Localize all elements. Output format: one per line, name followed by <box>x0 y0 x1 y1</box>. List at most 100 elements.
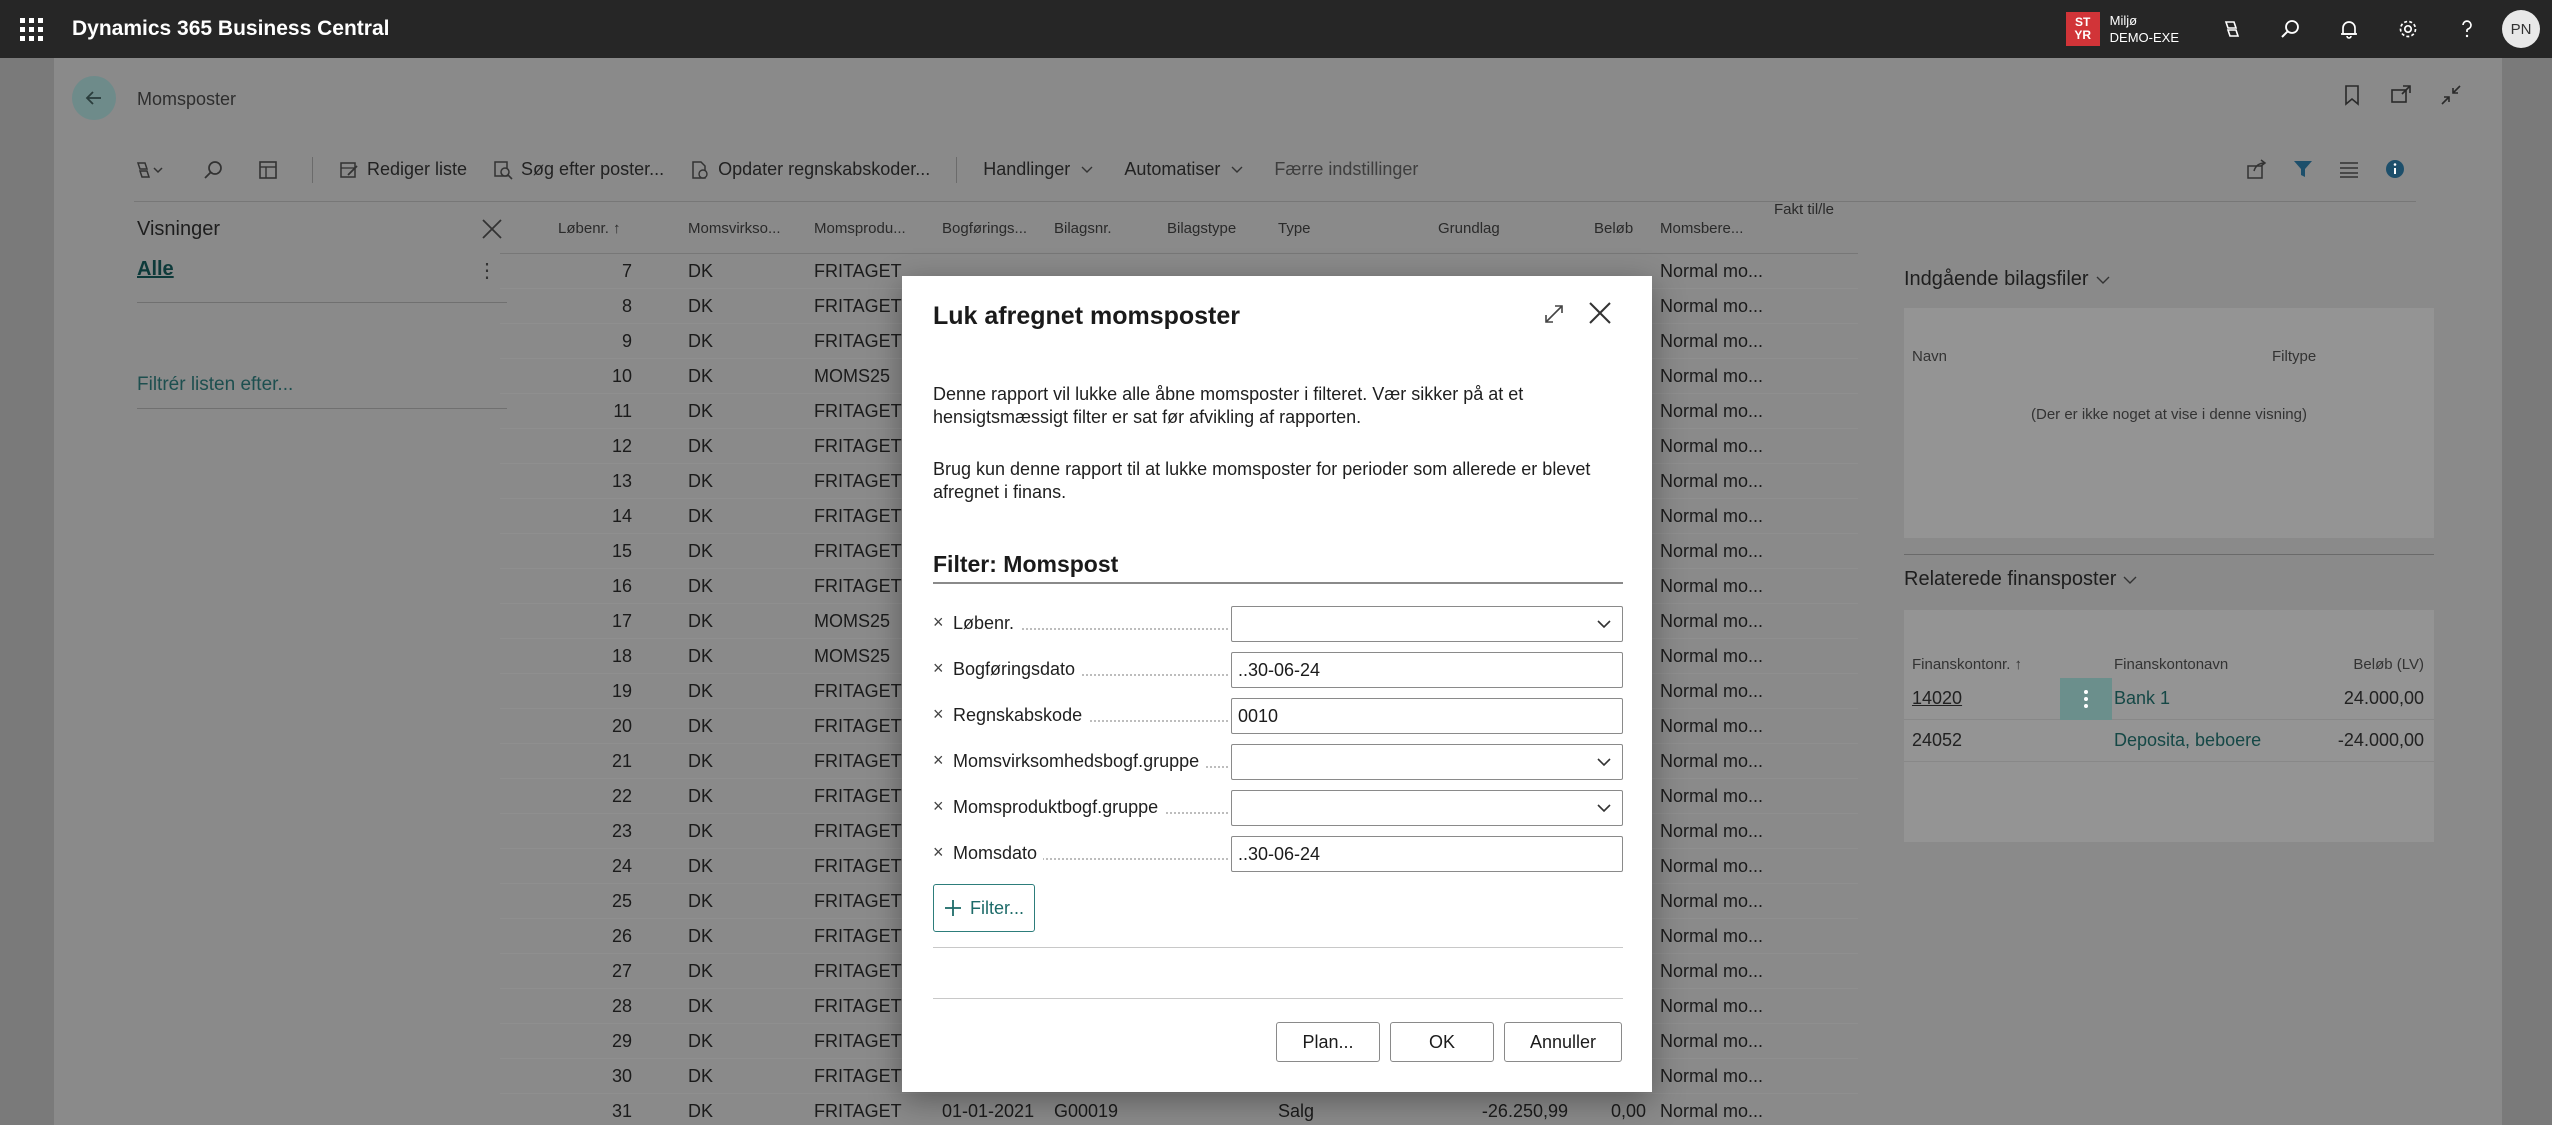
environment-info[interactable]: Miljø DEMO-EXE <box>2110 12 2179 46</box>
row-menu-icon[interactable] <box>2060 678 2112 720</box>
posting-date-input[interactable]: ..30-06-24 <box>1231 652 1623 688</box>
column-header[interactable]: Momsbere... <box>1660 220 1743 237</box>
more-options-icon[interactable]: ⋮ <box>477 258 497 283</box>
column-header[interactable]: Løbenr. ↑ <box>558 220 621 237</box>
close-vat-entries-dialog: Luk afregnet momsposter Denne rapport vi… <box>902 276 1652 1092</box>
base-cell: -26.250,99 <box>1481 1101 1568 1121</box>
column-header[interactable]: Grundlag <box>1438 220 1500 237</box>
column-header[interactable]: Momsprodu... <box>814 220 906 237</box>
vat-prod-group-cell: MOMS25 <box>814 646 891 666</box>
vat-prod-group-cell: FRITAGET <box>814 996 902 1016</box>
column-header[interactable]: Beløb <box>1594 220 1633 237</box>
view-all-link[interactable]: Alle <box>137 258 174 281</box>
vat-calc-method-cell: Normal mo... <box>1660 401 1764 421</box>
vat-prod-group-cell: FRITAGET <box>814 331 902 351</box>
related-entries-title[interactable]: Relaterede finansposter <box>1904 568 2138 591</box>
add-filter-button[interactable]: Filter... <box>933 884 1035 932</box>
list-item[interactable]: 24052 Deposita, beboere -24.000,00 <box>1904 720 2434 762</box>
vat-prod-group-dropdown[interactable] <box>1231 790 1623 826</box>
entry-no-dropdown[interactable] <box>1231 606 1623 642</box>
table-row[interactable]: 31 DK FRITAGET 01-01-2021 G00019 Salg -26.250,… <box>500 1094 1858 1125</box>
entry-no-cell: 26 <box>611 926 632 946</box>
search-icon[interactable] <box>2260 0 2319 58</box>
cancel-button[interactable]: Annuller <box>1504 1022 1622 1062</box>
account-no[interactable]: 24052 <box>1912 730 1962 751</box>
automate-menu[interactable]: Automatiser <box>1124 159 1248 180</box>
expand-icon[interactable] <box>1542 302 1566 326</box>
back-arrow-icon[interactable] <box>72 76 116 120</box>
entry-no-cell: 25 <box>611 891 632 911</box>
remove-filter-icon[interactable]: × <box>933 658 944 679</box>
vat-bus-group-dropdown[interactable] <box>1231 744 1623 780</box>
collapse-icon[interactable] <box>2440 84 2462 106</box>
search-button[interactable] <box>202 159 232 181</box>
accounting-code-input[interactable]: 0010 <box>1231 698 1623 734</box>
column-header[interactable]: Momsvirkso... <box>688 220 781 237</box>
vat-bus-group-cell: DK <box>688 576 714 596</box>
column-header[interactable]: Type <box>1278 220 1311 237</box>
chevron-down-icon <box>2123 576 2137 584</box>
account-name[interactable]: Deposita, beboere <box>2114 730 2261 751</box>
column-header[interactable]: Bilagsnr. <box>1054 220 1112 237</box>
remove-filter-icon[interactable]: × <box>933 842 944 863</box>
share-icon[interactable] <box>2246 158 2268 180</box>
column-header[interactable]: Bogførings... <box>942 220 1027 237</box>
column-header[interactable]: Beløb (LV) <box>2353 656 2424 673</box>
vat-bus-group-cell: DK <box>688 681 714 701</box>
bell-icon[interactable] <box>2319 0 2378 58</box>
fewer-options-button[interactable]: Færre indstillinger <box>1274 159 1418 180</box>
vat-prod-group-cell: FRITAGET <box>814 821 902 841</box>
remove-filter-icon[interactable]: × <box>933 612 944 633</box>
copilot-menu-button[interactable] <box>134 160 176 180</box>
gear-icon[interactable] <box>2378 0 2437 58</box>
update-codes-button[interactable]: Opdater regnskabskoder... <box>690 159 930 180</box>
waffle-icon[interactable] <box>0 0 62 58</box>
filter-icon[interactable] <box>2292 158 2314 180</box>
copilot-icon[interactable] <box>2201 0 2260 58</box>
open-new-window-icon[interactable] <box>2390 84 2412 106</box>
vat-calc-method-cell: Normal mo... <box>1660 716 1764 736</box>
filter-list-link[interactable]: Filtrér listen efter... <box>137 374 293 396</box>
actions-menu[interactable]: Handlinger <box>983 159 1098 180</box>
column-header[interactable]: Finanskontonavn <box>2114 656 2228 673</box>
column-header[interactable]: Fakt til/le <box>1774 200 1834 219</box>
search-icon <box>204 160 222 179</box>
account-no[interactable]: 14020 <box>1912 688 1962 709</box>
account-name[interactable]: Bank 1 <box>2114 688 2170 709</box>
info-icon[interactable] <box>2384 158 2406 180</box>
chevron-down-icon <box>1597 620 1611 629</box>
incoming-docs-title[interactable]: Indgående bilagsfiler <box>1904 268 2434 291</box>
remove-filter-icon[interactable]: × <box>933 750 944 771</box>
vat-bus-group-cell: DK <box>688 646 714 666</box>
list-view-icon[interactable] <box>2338 158 2360 180</box>
column-header[interactable]: Finanskontonr. ↑ <box>1912 656 2022 673</box>
amount-cell: 0,00 <box>1610 1101 1646 1121</box>
list-item[interactable]: 14020 Bank 1 24.000,00 <box>1904 678 2434 720</box>
remove-filter-icon[interactable]: × <box>933 796 944 817</box>
remove-filter-icon[interactable]: × <box>933 704 944 725</box>
vat-date-input[interactable]: ..30-06-24 <box>1231 836 1623 872</box>
close-icon[interactable] <box>1587 300 1613 326</box>
column-header[interactable]: Bilagstype <box>1167 220 1236 237</box>
vat-prod-group-cell: FRITAGET <box>814 1101 902 1121</box>
entry-no-cell: 11 <box>613 401 632 421</box>
action-bar: Rediger liste Søg efter poster... Opdate… <box>134 138 2416 202</box>
breadcrumb: Momsposter <box>54 58 2502 138</box>
environment-badge[interactable]: ST YR <box>2065 12 2100 46</box>
analyze-button[interactable] <box>258 160 286 180</box>
vat-prod-group-cell: MOMS25 <box>814 366 891 386</box>
analyze-icon <box>259 160 277 179</box>
edit-list-button[interactable]: Rediger liste <box>339 159 467 180</box>
entry-no-cell: 20 <box>611 716 632 736</box>
vat-calc-method-cell: Normal mo... <box>1660 296 1764 316</box>
chevron-down-icon <box>2096 276 2110 284</box>
schedule-button[interactable]: Plan... <box>1276 1022 1380 1062</box>
app-title[interactable]: Dynamics 365 Business Central <box>72 17 389 41</box>
user-avatar[interactable]: PN <box>2502 10 2540 48</box>
vat-bus-group-cell: DK <box>688 821 714 841</box>
ok-button[interactable]: OK <box>1390 1022 1494 1062</box>
find-entries-button[interactable]: Søg efter poster... <box>493 159 664 180</box>
vat-calc-method-cell: Normal mo... <box>1660 751 1764 771</box>
bookmark-icon[interactable] <box>2342 84 2362 106</box>
help-icon[interactable] <box>2437 0 2496 58</box>
